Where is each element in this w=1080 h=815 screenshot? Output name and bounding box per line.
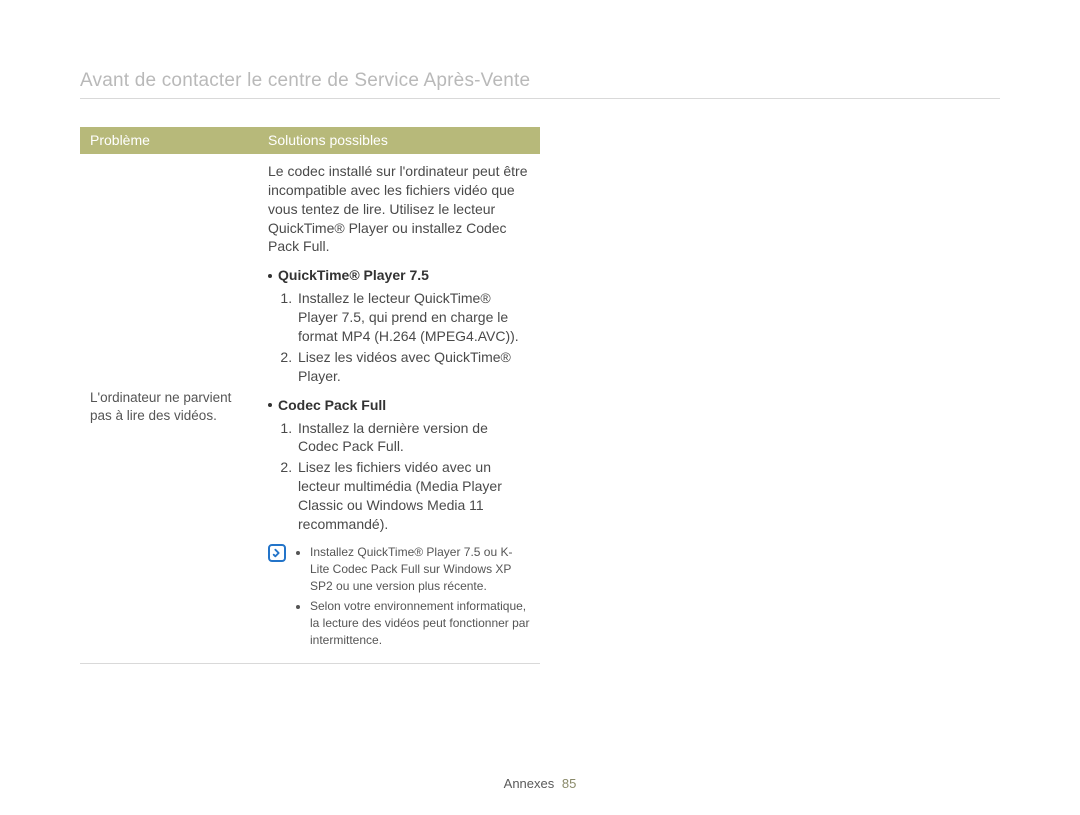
list-item: Installez QuickTime® Player 7.5 ou K-Lit… — [310, 544, 530, 594]
solution-intro: Le codec installé sur l'ordinateur peut … — [268, 162, 530, 256]
footer-page-number: 85 — [562, 776, 576, 791]
page-title: Avant de contacter le centre de Service … — [80, 70, 1000, 92]
bullet-icon — [268, 274, 272, 278]
subheading-quicktime: QuickTime® Player 7.5 — [268, 266, 530, 285]
note-list: Installez QuickTime® Player 7.5 ou K-Lit… — [296, 544, 530, 653]
document-page: Avant de contacter le centre de Service … — [0, 0, 1080, 815]
footer-section: Annexes — [504, 776, 555, 791]
subheading-codecpack: Codec Pack Full — [268, 396, 530, 415]
list-item: Installez la dernière version de Codec P… — [296, 419, 530, 457]
subheading-quicktime-label: QuickTime® Player 7.5 — [278, 266, 429, 285]
title-divider — [80, 98, 1000, 99]
note-icon — [268, 544, 286, 562]
troubleshooting-table: Problème Solutions possibles L'ordinateu… — [80, 127, 540, 664]
solution-cell: Le codec installé sur l'ordinateur peut … — [258, 154, 540, 663]
note-box: Installez QuickTime® Player 7.5 ou K-Lit… — [268, 544, 530, 653]
codecpack-steps: Installez la dernière version de Codec P… — [268, 419, 530, 534]
page-footer: Annexes 85 — [0, 776, 1080, 791]
quicktime-steps: Installez le lecteur QuickTime® Player 7… — [268, 289, 530, 385]
problem-cell: L'ordinateur ne parvient pas à lire des … — [80, 154, 258, 663]
subheading-codecpack-label: Codec Pack Full — [278, 396, 386, 415]
list-item: Lisez les vidéos avec QuickTime® Player. — [296, 348, 530, 386]
header-problem: Problème — [80, 127, 258, 154]
list-item: Installez le lecteur QuickTime® Player 7… — [296, 289, 530, 346]
header-solutions: Solutions possibles — [258, 127, 540, 154]
table-row: L'ordinateur ne parvient pas à lire des … — [80, 154, 540, 663]
bullet-icon — [268, 403, 272, 407]
list-item: Lisez les fichiers vidéo avec un lecteur… — [296, 458, 530, 534]
list-item: Selon votre environnement informatique, … — [310, 598, 530, 648]
